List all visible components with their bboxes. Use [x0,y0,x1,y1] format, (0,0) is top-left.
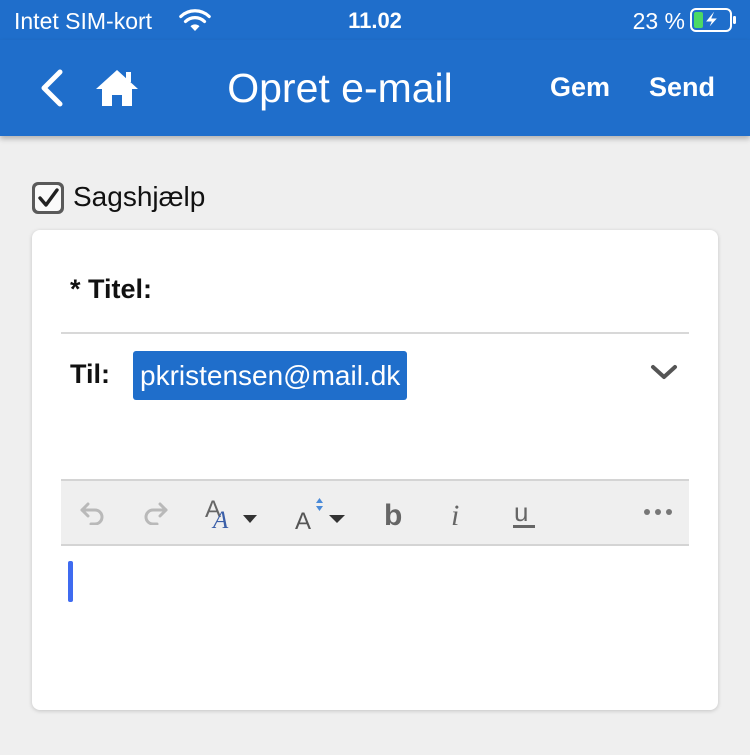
font-style-button[interactable]: A A [201,481,261,544]
back-chevron-icon [41,69,63,107]
case-help-label: Sagshjælp [73,181,206,212]
recipient-chip[interactable]: pkristensen@mail.dk [133,351,408,400]
home-button[interactable] [92,64,142,112]
navigation-bar: Opret e-mail Gem Send [0,40,750,136]
send-button[interactable]: Send [649,72,715,103]
to-label: Til: [70,359,110,389]
font-size-icon: A [295,498,345,531]
italic-icon: i [451,499,459,529]
save-button[interactable]: Gem [550,72,610,103]
bold-button[interactable]: b [379,481,409,544]
svg-text:i: i [451,499,459,529]
message-body-editor[interactable] [61,546,689,696]
title-input[interactable] [172,266,682,310]
status-bar: Intet SIM-kort 11.02 23 % [0,0,750,40]
svg-text:A: A [211,507,229,531]
case-help-checkbox[interactable] [32,182,64,214]
email-form-card: * Titel: Til: pkristensen@mail.dk A A A … [32,230,718,710]
font-size-button[interactable]: A [291,481,351,544]
page-title: Opret e-mail [227,65,453,111]
redo-icon [144,502,168,525]
recipient-dropdown-button[interactable] [649,360,679,384]
more-button[interactable] [639,481,679,544]
editor-toolbar: A A A b i u [61,479,689,546]
font-style-icon: A A [205,496,257,531]
bold-icon: b [384,499,402,529]
svg-text:u: u [514,499,528,527]
chevron-down-icon [651,365,677,379]
text-caret [68,561,73,602]
back-button[interactable] [30,62,74,114]
divider [61,332,689,334]
title-label: * Titel: [70,274,153,304]
battery-percent: 23 % [632,8,685,34]
more-icon [644,509,672,515]
redo-button[interactable] [137,481,173,544]
svg-text:A: A [295,508,311,531]
italic-button[interactable]: i [443,481,473,544]
undo-icon [80,502,104,525]
underline-icon: u [513,499,535,528]
underline-button[interactable]: u [507,481,541,544]
checkmark-icon [35,185,61,211]
battery-charging-icon [690,8,736,32]
svg-text:b: b [384,499,402,529]
home-icon [96,70,138,106]
undo-button[interactable] [75,481,111,544]
